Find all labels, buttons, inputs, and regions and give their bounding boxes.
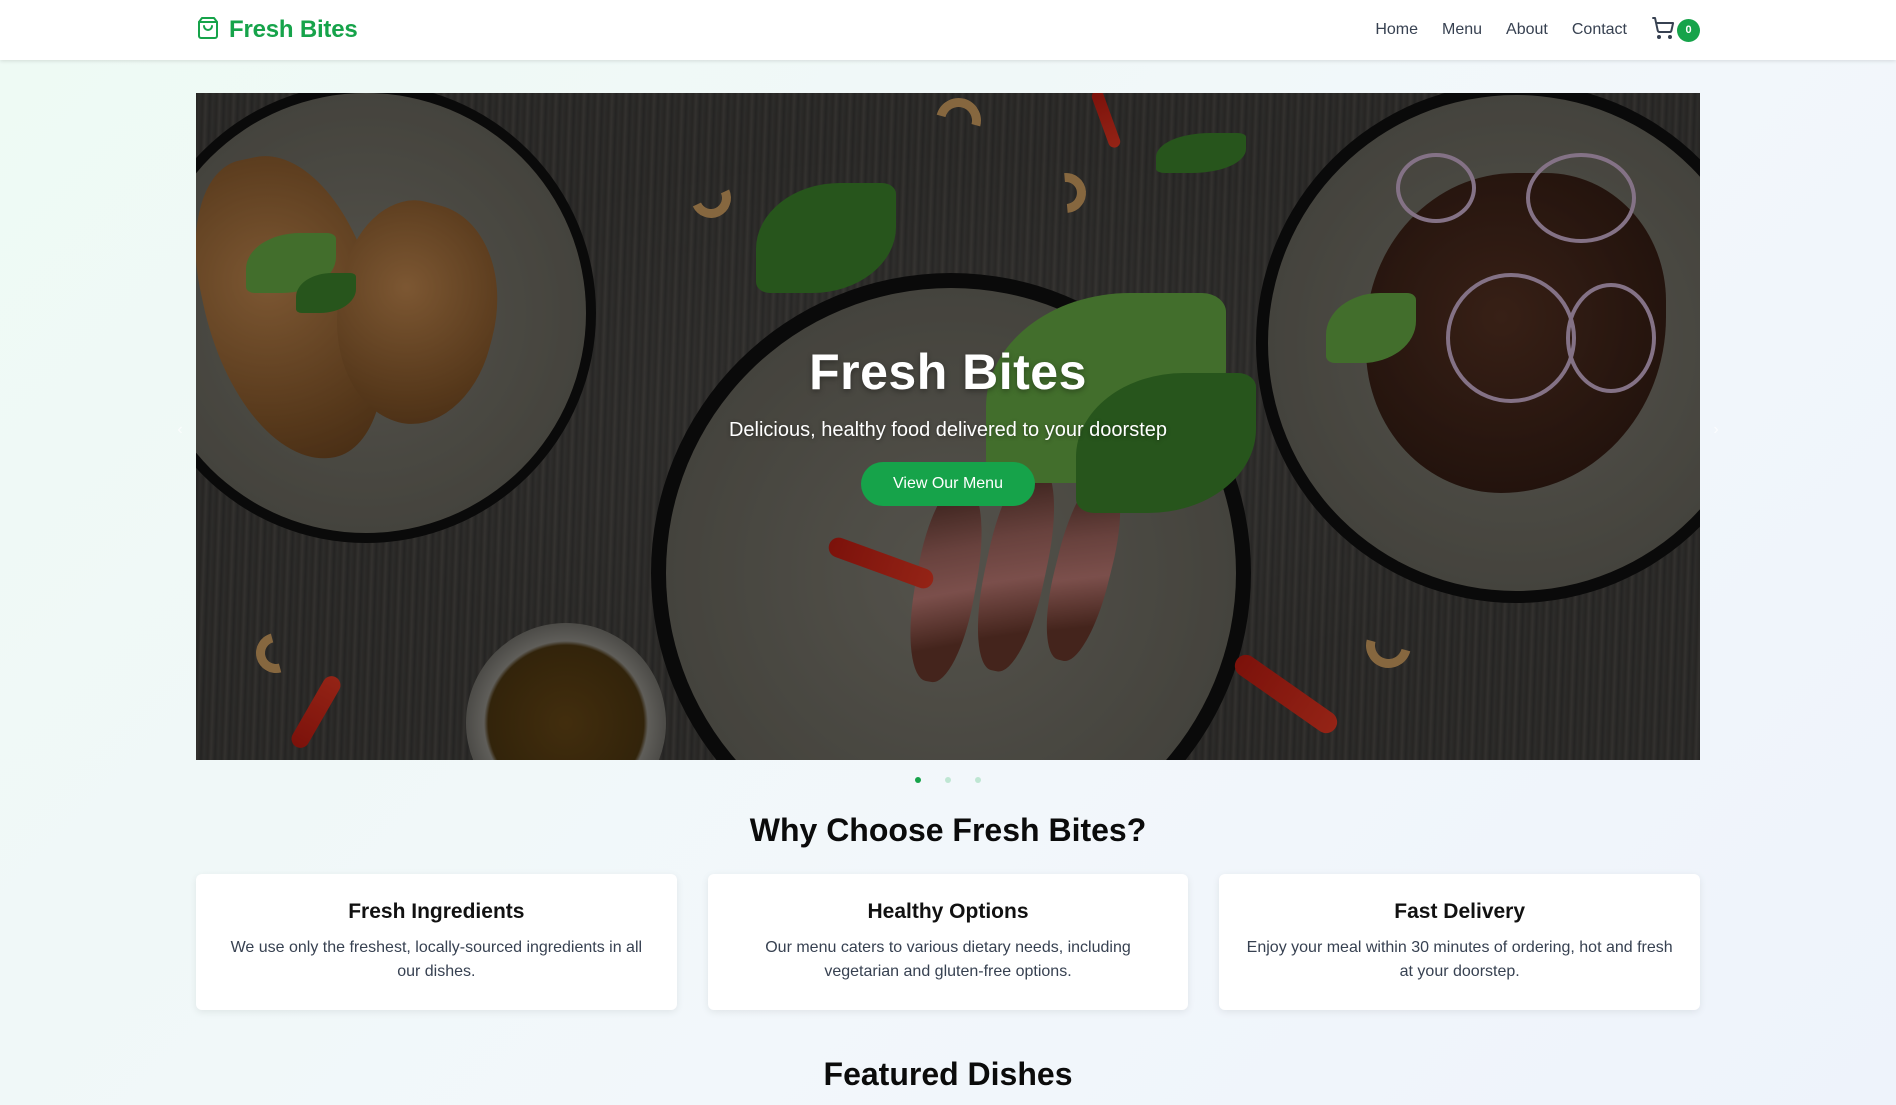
hero-title: Fresh Bites bbox=[809, 344, 1087, 400]
navbar-inner: Fresh Bites Home Menu About Contact 0 bbox=[196, 0, 1700, 60]
carousel-dots bbox=[0, 777, 1896, 783]
feature-card-title: Fast Delivery bbox=[1394, 900, 1526, 923]
nav-link-contact[interactable]: Contact bbox=[1572, 21, 1627, 39]
cart-icon bbox=[1651, 16, 1675, 45]
feature-card: Fresh Ingredients We use only the freshe… bbox=[196, 874, 677, 1010]
feature-card: Healthy Options Our menu caters to vario… bbox=[707, 874, 1189, 1010]
nav-link-about[interactable]: About bbox=[1506, 21, 1548, 39]
feature-card-title: Fresh Ingredients bbox=[348, 900, 525, 923]
carousel-next-arrow-icon[interactable]: › bbox=[1706, 420, 1726, 440]
feature-card-text: Enjoy your meal within 30 minutes of ord… bbox=[1246, 939, 1673, 980]
why-section-title: Why Choose Fresh Bites? bbox=[749, 812, 1147, 848]
feature-card: Fast Delivery Enjoy your meal within 30 … bbox=[1219, 874, 1701, 1010]
carousel-prev-arrow-icon[interactable]: ‹ bbox=[170, 420, 190, 440]
nav-links: Home Menu About Contact 0 bbox=[1351, 16, 1700, 45]
shopping-bag-icon bbox=[196, 16, 220, 45]
hero-carousel: Fresh Bites Delicious, healthy food deli… bbox=[196, 93, 1700, 760]
cart-button[interactable]: 0 bbox=[1651, 16, 1700, 45]
nav-link-home[interactable]: Home bbox=[1375, 21, 1418, 39]
featured-dishes-title: Featured Dishes bbox=[823, 1056, 1073, 1092]
navbar: Fresh Bites Home Menu About Contact 0 bbox=[0, 0, 1896, 60]
hero-subtitle: Delicious, healthy food delivered to you… bbox=[728, 419, 1168, 441]
nav-link-menu[interactable]: Menu bbox=[1442, 21, 1482, 39]
feature-card-title: Healthy Options bbox=[867, 900, 1029, 923]
feature-card-text: Our menu caters to various dietary needs… bbox=[765, 939, 1131, 980]
carousel-dot-3[interactable] bbox=[975, 777, 981, 783]
brand-name: Fresh Bites bbox=[229, 16, 358, 43]
carousel-dot-2[interactable] bbox=[945, 777, 951, 783]
hero-content: Fresh Bites Delicious, healthy food deli… bbox=[196, 343, 1700, 506]
carousel-dot-1[interactable] bbox=[915, 777, 921, 783]
brand-link[interactable]: Fresh Bites bbox=[196, 16, 358, 45]
cart-count-badge: 0 bbox=[1677, 18, 1700, 42]
features-row: Fresh Ingredients We use only the freshe… bbox=[196, 874, 1701, 1010]
view-menu-button[interactable]: View Our Menu bbox=[861, 462, 1035, 506]
feature-card-text: We use only the freshest, locally-source… bbox=[230, 939, 643, 980]
